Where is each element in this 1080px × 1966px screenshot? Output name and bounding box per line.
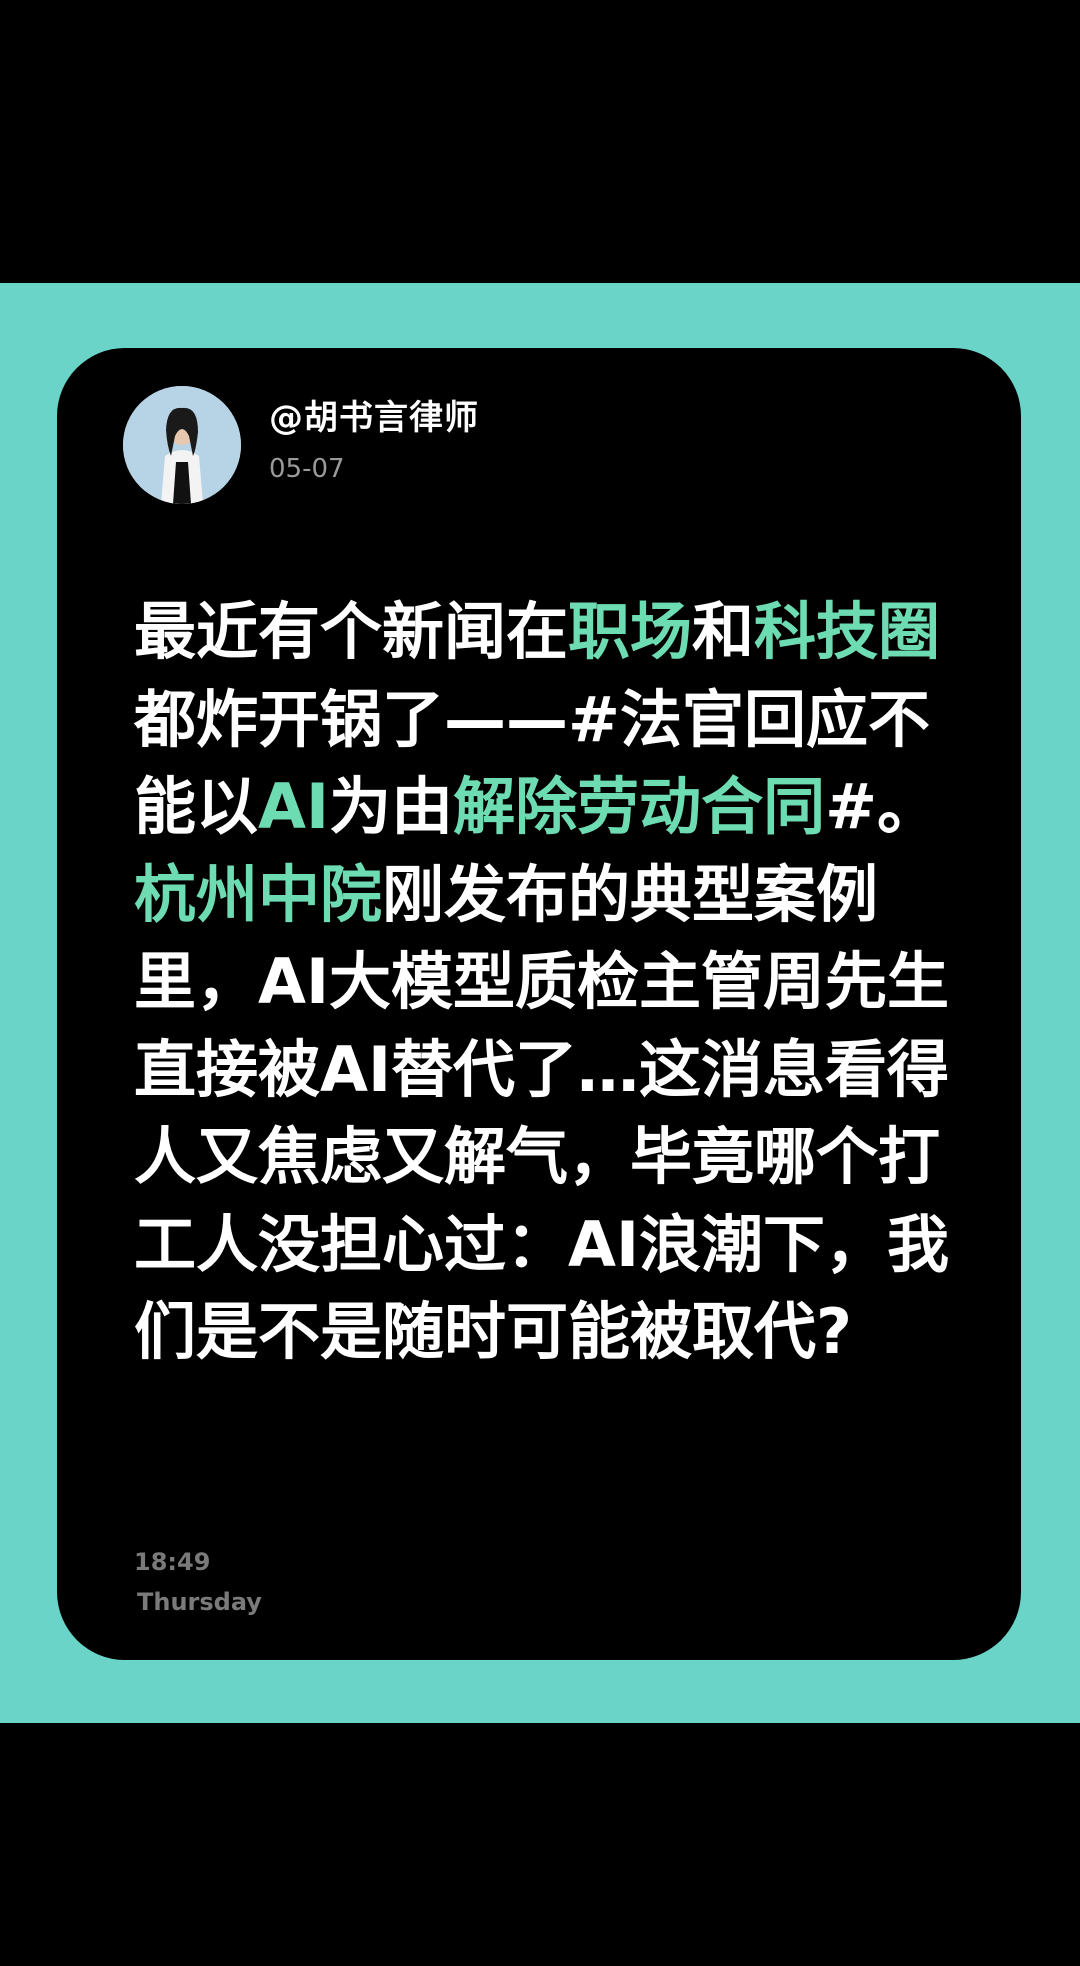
author-handle[interactable]: @胡书言律师 xyxy=(269,390,479,439)
post-body: 最近有个新闻在职场和科技圈都炸开锅了——#法官回应不能以AI为由解除劳动合同#。… xyxy=(134,588,974,1376)
post-card: @胡书言律师 05-07 最近有个新闻在职场和科技圈都炸开锅了——#法官回应不能… xyxy=(57,348,1021,1660)
highlight-segment: AI xyxy=(258,770,330,843)
highlight-segment: 科技圈 xyxy=(754,595,941,668)
highlight-segment: 杭州中院 xyxy=(134,857,383,931)
post-date: 05-07 xyxy=(269,454,345,484)
highlight-segment: 职场 xyxy=(568,595,693,668)
highlight-segment: 解除劳动合同 xyxy=(453,770,826,843)
body-segment: 为由 xyxy=(329,770,454,843)
body-segment: 和 xyxy=(692,595,755,668)
post-weekday: Thursday xyxy=(137,1588,262,1616)
avatar-portrait-icon xyxy=(123,386,241,504)
author-avatar[interactable] xyxy=(123,386,241,504)
body-segment: 最近有个新闻在 xyxy=(134,595,569,668)
post-time: 18:49 xyxy=(134,1548,211,1576)
body-segment: 刚发布的典型案例里，AI大模型质检主管周先生直接被AI替代了…这消息看得人又焦虑… xyxy=(134,857,950,1369)
body-segment: #。 xyxy=(825,770,940,843)
